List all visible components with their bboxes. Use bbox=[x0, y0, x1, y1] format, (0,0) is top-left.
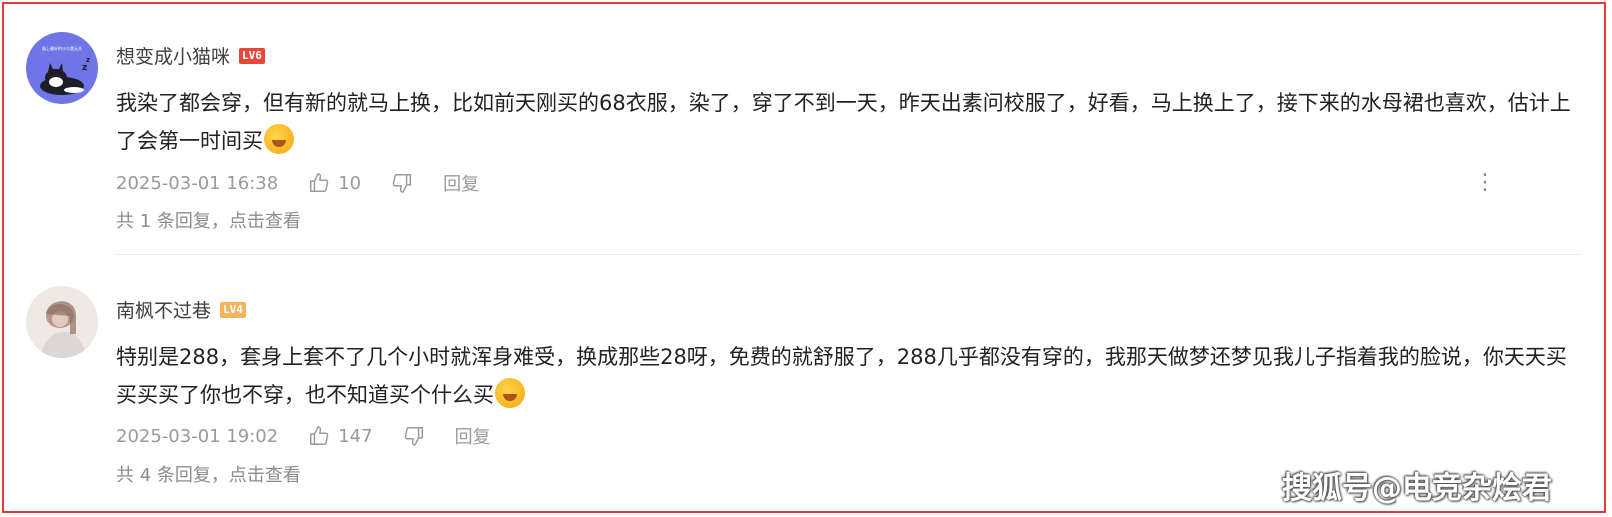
husky-avatar-image: 填上最好的沙与我无关 z z bbox=[40, 45, 90, 95]
like-count: 10 bbox=[338, 172, 362, 194]
username-row: 南枫不过巷 LV4 bbox=[116, 296, 246, 323]
view-replies-link[interactable]: 共 1 条回复，点击查看 bbox=[116, 207, 301, 233]
username-row: 想变成小猫咪 LV6 bbox=[116, 42, 265, 69]
comment-meta: 2025-03-01 19:02 147 回复 bbox=[116, 423, 491, 449]
comment-time: 2025-03-01 16:38 bbox=[116, 172, 279, 194]
like-button[interactable]: 147 bbox=[308, 425, 373, 447]
svg-text:z: z bbox=[86, 56, 90, 64]
avatar[interactable]: 填上最好的沙与我无关 z z bbox=[26, 32, 98, 104]
comment-meta: 2025-03-01 16:38 10 回复 bbox=[116, 170, 479, 196]
comment-time: 2025-03-01 19:02 bbox=[116, 425, 279, 447]
like-button[interactable]: 10 bbox=[308, 172, 361, 194]
like-count: 147 bbox=[338, 425, 373, 447]
more-options-icon[interactable]: ⋮ bbox=[1474, 172, 1496, 194]
laughing-emoji-icon bbox=[495, 378, 525, 408]
level-badge: LV6 bbox=[239, 47, 265, 64]
svg-text:填上最好的沙与我无关: 填上最好的沙与我无关 bbox=[42, 45, 82, 51]
reply-button[interactable]: 回复 bbox=[443, 170, 479, 196]
avatar[interactable] bbox=[26, 286, 98, 358]
thumbs-down-icon bbox=[392, 174, 412, 193]
reply-button[interactable]: 回复 bbox=[455, 423, 491, 449]
dislike-button[interactable] bbox=[403, 425, 425, 447]
thumbs-up-icon bbox=[310, 426, 329, 445]
comment-text: 特别是288，套身上套不了几个小时就浑身难受，换成那些28呀，免费的就舒服了，2… bbox=[116, 338, 1586, 414]
username[interactable]: 南枫不过巷 bbox=[116, 296, 211, 323]
comment-text-content: 我染了都会穿，但有新的就马上换，比如前天刚买的68衣服，染了，穿了不到一天，昨天… bbox=[116, 91, 1571, 153]
thumbs-up-icon bbox=[310, 173, 329, 192]
dislike-button[interactable] bbox=[391, 172, 413, 194]
svg-text:z: z bbox=[82, 63, 87, 73]
level-badge: LV4 bbox=[220, 301, 246, 318]
username[interactable]: 想变成小猫咪 bbox=[116, 42, 230, 69]
thumbs-down-icon bbox=[404, 427, 423, 446]
view-replies-link[interactable]: 共 4 条回复，点击查看 bbox=[116, 461, 301, 487]
comment-text-content: 特别是288，套身上套不了几个小时就浑身难受，换成那些28呀，免费的就舒服了，2… bbox=[116, 345, 1567, 407]
comment-text: 我染了都会穿，但有新的就马上换，比如前天刚买的68衣服，染了，穿了不到一天，昨天… bbox=[116, 84, 1586, 160]
portrait-avatar-image bbox=[26, 286, 98, 358]
laughing-emoji-icon bbox=[264, 124, 294, 154]
comment-divider bbox=[116, 254, 1580, 255]
watermark: 搜狐号@电竞杂烩君 bbox=[1282, 471, 1552, 506]
